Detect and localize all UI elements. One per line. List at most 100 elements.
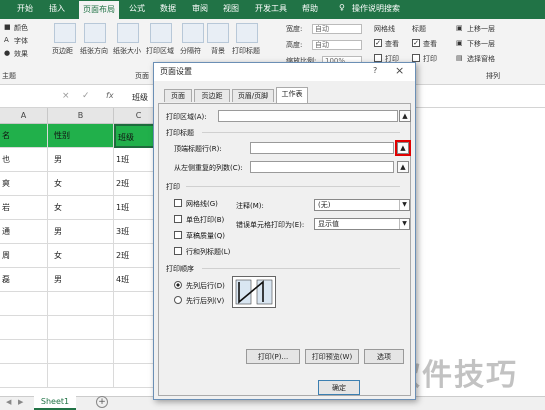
width-label: 宽度: xyxy=(286,25,303,33)
theme-effects-button[interactable]: 效果 xyxy=(14,49,28,59)
comments-label: 注释(M): xyxy=(236,202,264,210)
comments-select[interactable]: (无) ▼ xyxy=(314,199,410,211)
close-icon[interactable]: × xyxy=(395,64,404,77)
column-header-a[interactable]: A xyxy=(0,108,48,124)
function-icon[interactable]: fx xyxy=(106,91,114,100)
divider xyxy=(186,186,400,187)
empty-cell[interactable] xyxy=(48,292,114,316)
black-white-checkbox[interactable] xyxy=(174,215,182,223)
tell-me-search[interactable]: 操作说明搜索 xyxy=(352,3,400,14)
down-then-over-radio[interactable] xyxy=(174,281,182,289)
table-cell[interactable]: 女 xyxy=(48,244,114,268)
menu-data[interactable]: 数据 xyxy=(160,3,176,14)
top-rows-collapse-icon[interactable]: ▲ xyxy=(395,140,411,156)
theme-colors-button[interactable]: 颜色 xyxy=(14,23,28,33)
cancel-icon[interactable]: × xyxy=(62,91,70,101)
width-combo[interactable]: 自动 xyxy=(312,24,362,34)
height-combo[interactable]: 自动 xyxy=(312,40,362,50)
selection-pane-button[interactable]: 选择窗格 xyxy=(467,54,495,64)
options-button[interactable]: 选项 xyxy=(364,349,404,364)
menu-developer[interactable]: 开发工具 xyxy=(255,3,287,14)
table-cell[interactable]: 磊 xyxy=(0,268,48,292)
gridlines-checkbox[interactable] xyxy=(174,199,182,207)
menu-help[interactable]: 帮助 xyxy=(302,3,318,14)
table-cell[interactable]: 男 xyxy=(48,220,114,244)
row-col-headings-checkbox[interactable] xyxy=(174,247,182,255)
table-cell[interactable]: 也 xyxy=(0,148,48,172)
theme-fonts-button[interactable]: 字体 xyxy=(14,36,28,46)
margins-button[interactable]: 页边距 xyxy=(52,46,73,56)
orientation-button[interactable]: 纸张方向 xyxy=(80,46,108,56)
tab-page[interactable]: 页面 xyxy=(164,89,192,102)
menu-home[interactable]: 开始 xyxy=(17,3,33,14)
background-button[interactable]: 背景 xyxy=(211,46,225,56)
table-cell[interactable]: 男 xyxy=(48,268,114,292)
empty-cell[interactable] xyxy=(48,316,114,340)
print-area-button[interactable]: 打印区域 xyxy=(146,46,174,56)
colors-icon: ■ xyxy=(4,23,11,31)
scroll-left-icon[interactable]: ◀ xyxy=(6,398,11,406)
menu-view[interactable]: 视图 xyxy=(223,3,239,14)
background-icon[interactable] xyxy=(207,23,229,43)
menu-page-layout[interactable]: 页面布局 xyxy=(79,1,119,19)
sheet-tab-sheet1[interactable]: Sheet1 xyxy=(34,396,76,410)
table-cell[interactable]: 男 xyxy=(48,148,114,172)
gridlines-print-checkbox[interactable] xyxy=(374,54,382,62)
empty-cell[interactable] xyxy=(0,292,48,316)
themes-group-label: 主题 xyxy=(2,72,16,80)
empty-cell[interactable] xyxy=(0,316,48,340)
add-sheet-button[interactable]: + xyxy=(96,396,108,408)
empty-cell[interactable] xyxy=(0,340,48,364)
column-header-b[interactable]: B xyxy=(48,108,114,124)
draft-quality-checkbox[interactable] xyxy=(174,231,182,239)
size-icon[interactable] xyxy=(117,23,139,43)
print-button[interactable]: 打印(P)... xyxy=(246,349,300,364)
table-cell[interactable]: 女 xyxy=(48,196,114,220)
print-area-icon[interactable] xyxy=(150,23,172,43)
top-rows-input[interactable] xyxy=(250,142,394,154)
empty-cell[interactable] xyxy=(48,364,114,388)
headings-view-checkbox[interactable]: ✓ xyxy=(412,39,420,47)
tab-header-footer[interactable]: 页眉/页脚 xyxy=(232,89,274,102)
menu-formulas[interactable]: 公式 xyxy=(129,3,145,14)
table-cell[interactable]: 女 xyxy=(48,172,114,196)
tab-margins[interactable]: 页边距 xyxy=(194,89,230,102)
size-button[interactable]: 纸张大小 xyxy=(113,46,141,56)
tab-sheet[interactable]: 工作表 xyxy=(276,87,308,103)
header-cell-name[interactable]: 名 xyxy=(0,124,48,148)
left-cols-input[interactable] xyxy=(250,161,394,173)
table-cell[interactable]: 通 xyxy=(0,220,48,244)
empty-cell[interactable] xyxy=(0,364,48,388)
print-titles-icon[interactable] xyxy=(236,23,258,43)
page-order-section-label: 打印顺序 xyxy=(166,265,194,273)
margins-icon[interactable] xyxy=(54,23,76,43)
breaks-icon[interactable] xyxy=(182,23,204,43)
left-cols-collapse-icon[interactable]: ▲ xyxy=(397,161,409,173)
formula-input[interactable]: 班级 xyxy=(132,92,148,103)
print-preview-button[interactable]: 打印预览(W) xyxy=(305,349,359,364)
send-backward-button[interactable]: 下移一层 xyxy=(467,39,495,49)
scroll-right-icon[interactable]: ▶ xyxy=(18,398,23,406)
gridlines-view-checkbox[interactable]: ✓ xyxy=(374,39,382,47)
ok-button[interactable]: 确定 xyxy=(318,380,360,395)
headings-print-checkbox[interactable] xyxy=(412,54,420,62)
breaks-button[interactable]: 分隔符 xyxy=(180,46,201,56)
print-titles-button[interactable]: 打印标题 xyxy=(232,46,260,56)
table-cell[interactable]: 爽 xyxy=(0,172,48,196)
chevron-down-icon: ▼ xyxy=(399,200,409,210)
menu-review[interactable]: 审阅 xyxy=(192,3,208,14)
bring-forward-button[interactable]: 上移一层 xyxy=(467,24,495,34)
table-cell[interactable]: 岩 xyxy=(0,196,48,220)
print-area-collapse-icon[interactable]: ▲ xyxy=(399,110,411,122)
orientation-icon[interactable] xyxy=(84,23,106,43)
table-cell[interactable]: 周 xyxy=(0,244,48,268)
over-then-down-radio[interactable] xyxy=(174,296,182,304)
print-area-input[interactable] xyxy=(218,110,398,122)
help-icon[interactable]: ? xyxy=(373,66,377,75)
enter-icon[interactable]: ✓ xyxy=(82,91,90,101)
cell-errors-select[interactable]: 显示值 ▼ xyxy=(314,218,410,230)
divider xyxy=(202,132,400,133)
menu-insert[interactable]: 插入 xyxy=(49,3,65,14)
header-cell-gender[interactable]: 性别 xyxy=(48,124,114,148)
empty-cell[interactable] xyxy=(48,340,114,364)
